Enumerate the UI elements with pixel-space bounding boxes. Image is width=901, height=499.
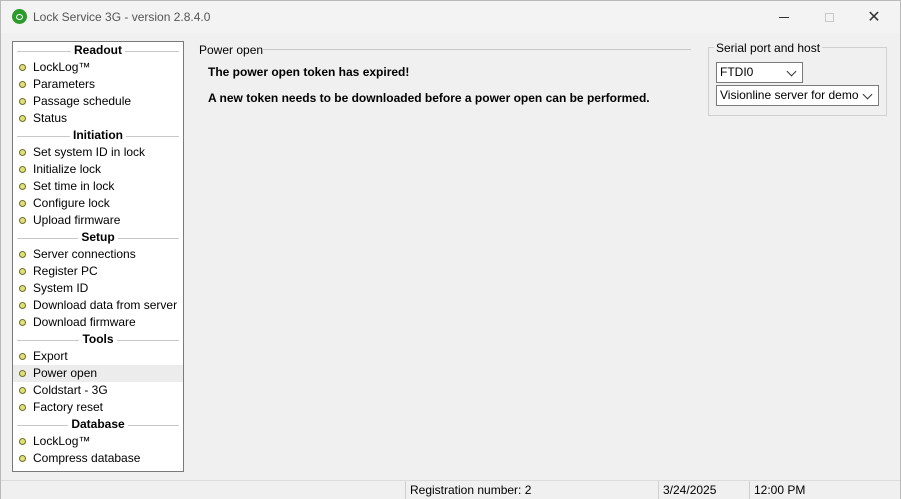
sidebar-item-power-open[interactable]: Power open [13,365,183,382]
sidebar-item-label: Server connections [33,247,136,261]
bullet-icon [19,387,26,394]
group-title: Tools [79,332,117,346]
minimize-icon [779,16,789,18]
server-host-value: Visionline server for demo [720,88,859,102]
sidebar-item-passage-schedule[interactable]: Passage schedule [13,93,183,110]
section-divider [262,49,691,50]
sidebar-item-label: Upload firmware [33,213,121,227]
sidebar-item-download-data-from-server[interactable]: Download data from server [13,297,183,314]
token-download-message: A new token needs to be downloaded befor… [208,91,650,105]
status-bar: Registration number: 2 3/24/2025 12:00 P… [1,480,900,499]
app-window: Lock Service 3G - version 2.8.4.0 ✕ Read… [0,0,901,499]
token-expired-message: The power open token has expired! [208,65,410,79]
sidebar-item-factory-reset[interactable]: Factory reset [13,399,183,416]
sidebar-item-upload-firmware[interactable]: Upload firmware [13,212,183,229]
chevron-down-icon [863,87,873,104]
sidebar-item-system-id[interactable]: System ID [13,280,183,297]
sidebar-item-label: Configure lock [33,196,110,210]
server-host-select[interactable]: Visionline server for demo [716,85,879,106]
sidebar-item-initialize-lock[interactable]: Initialize lock [13,161,183,178]
sidebar-item-label: LockLog™ [33,434,91,448]
sidebar-item-label: LockLog™ [33,60,91,74]
section-title: Power open [199,43,264,57]
sidebar-item-label: Download firmware [33,315,136,329]
chevron-down-icon [787,64,797,81]
bullet-icon [19,353,26,360]
sidebar-item-download-firmware[interactable]: Download firmware [13,314,183,331]
sidebar-item-locklog[interactable]: LockLog™ [13,433,183,450]
sidebar-item-label: Export [33,349,68,363]
sidebar-item-label: Initialize lock [33,162,102,176]
sidebar-item-locklog[interactable]: LockLog™ [13,59,183,76]
group-title: Setup [78,230,118,244]
sidebar-item-export[interactable]: Export [13,348,183,365]
registration-number: Registration number: 2 [405,481,658,499]
group-title: Readout [71,43,125,57]
group-header-initiation: Initiation [13,127,183,144]
sidebar-item-label: Download data from server [33,298,178,312]
sidebar-item-configure-lock[interactable]: Configure lock [13,195,183,212]
sidebar-item-label: Set time in lock [33,179,115,193]
bullet-icon [19,183,26,190]
group-header-setup: Setup [13,229,183,246]
app-key-icon [12,9,27,24]
close-button[interactable]: ✕ [854,5,894,29]
sidebar-item-compress-database[interactable]: Compress database [13,450,183,467]
bullet-icon [19,98,26,105]
bullet-icon [19,217,26,224]
bullet-icon [19,64,26,71]
bullet-icon [19,404,26,411]
sidebar-item-status[interactable]: Status [13,110,183,127]
sidebar-item-set-system-id-in-lock[interactable]: Set system ID in lock [13,144,183,161]
sidebar-item-parameters[interactable]: Parameters [13,76,183,93]
group-header-tools: Tools [13,331,183,348]
bullet-icon [19,115,26,122]
sidebar-item-label: Factory reset [33,400,104,414]
group-title: Initiation [70,128,126,142]
bullet-icon [19,285,26,292]
sidebar-item-label: Register PC [33,264,98,278]
group-title: Database [68,417,128,431]
sidebar-item-label: Parameters [33,77,96,91]
bullet-icon [19,438,26,445]
bullet-icon [19,319,26,326]
sidebar-item-label: Passage schedule [33,94,132,108]
bullet-icon [19,251,26,258]
bullet-icon [19,455,26,462]
sidebar-item-label: System ID [33,281,89,295]
sidebar-item-label: Compress database [33,451,141,465]
bullet-icon [19,81,26,88]
close-icon: ✕ [867,7,881,26]
sidebar-item-label: Coldstart - 3G [33,383,108,397]
sidebar-item-label: Power open [33,366,98,380]
minimize-button[interactable] [764,5,804,29]
title-bar: Lock Service 3G - version 2.8.4.0 ✕ [1,1,900,33]
bullet-icon [19,370,26,377]
maximize-button[interactable] [809,5,849,29]
sidebar-item-label: Status [33,111,68,125]
bullet-icon [19,268,26,275]
sidebar-item-coldstart-3g[interactable]: Coldstart - 3G [13,382,183,399]
group-header-readout: Readout [13,42,183,59]
sidebar-item-set-time-in-lock[interactable]: Set time in lock [13,178,183,195]
serial-port-select[interactable]: FTDI0 [716,62,803,83]
serial-port-label: Serial port and host [714,41,823,55]
bullet-icon [19,302,26,309]
bullet-icon [19,166,26,173]
window-title: Lock Service 3G - version 2.8.4.0 [33,10,211,24]
bullet-icon [19,149,26,156]
navigation-sidebar: Readout LockLog™ Parameters Passage schedul… [12,41,184,472]
status-date: 3/24/2025 [658,481,749,499]
serial-port-value: FTDI0 [720,65,754,79]
status-time: 12:00 PM [749,481,900,499]
sidebar-item-server-connections[interactable]: Server connections [13,246,183,263]
group-header-database: Database [13,416,183,433]
maximize-icon [824,12,834,22]
bullet-icon [19,200,26,207]
sidebar-item-register-pc[interactable]: Register PC [13,263,183,280]
sidebar-item-label: Set system ID in lock [33,145,146,159]
